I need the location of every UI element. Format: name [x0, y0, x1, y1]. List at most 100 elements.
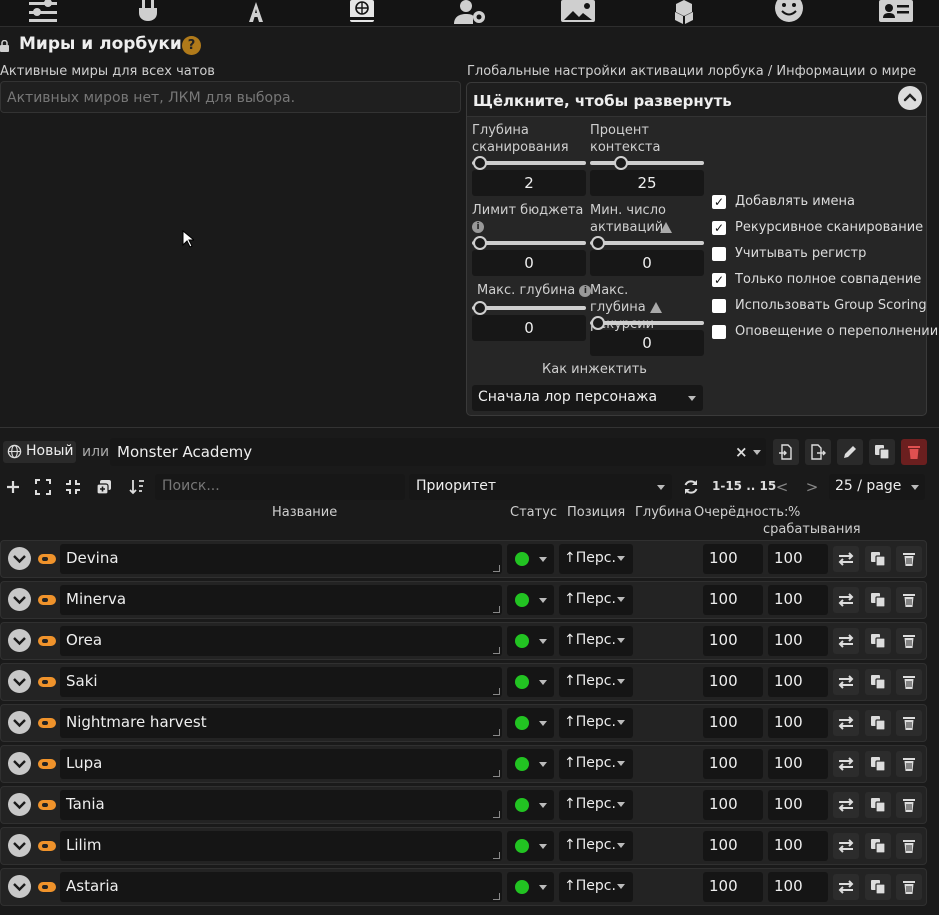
entry-title-input[interactable]: Minerva [60, 585, 502, 615]
add-entry-plus-icon[interactable] [0, 474, 26, 500]
plug-icon[interactable] [131, 0, 165, 24]
resize-handle-icon[interactable] [493, 688, 500, 695]
max-recursion-slider[interactable] [590, 316, 704, 330]
entry-probability-input[interactable]: 100 [768, 708, 828, 738]
entry-status-select[interactable] [507, 544, 554, 574]
duplicate-entry-icon[interactable] [865, 792, 891, 818]
entry-order-input[interactable]: 100 [703, 667, 763, 697]
move-entry-icon[interactable] [833, 628, 859, 654]
entry-title-input[interactable]: Lupa [60, 749, 502, 779]
refresh-icon[interactable] [678, 474, 704, 500]
delete-entry-trash-icon[interactable] [896, 792, 922, 818]
drawer-header[interactable]: Щёлкните, чтобы развернуть [467, 83, 926, 117]
entry-position-select[interactable]: ↑Перс. [559, 872, 633, 902]
entry-position-select[interactable]: ↑Перс. [559, 626, 633, 656]
move-entry-icon[interactable] [833, 710, 859, 736]
resize-handle-icon[interactable] [493, 893, 500, 900]
sliders-icon[interactable] [26, 0, 60, 24]
entry-title-input[interactable]: Lilim [60, 831, 502, 861]
move-entry-icon[interactable] [833, 751, 859, 777]
min-activations-slider[interactable] [590, 236, 704, 250]
entry-probability-input[interactable]: 100 [768, 790, 828, 820]
delete-entry-trash-icon[interactable] [896, 546, 922, 572]
resize-handle-icon[interactable] [493, 565, 500, 572]
max-depth-slider[interactable] [472, 301, 586, 315]
entry-position-select[interactable]: ↑Перс. [559, 749, 633, 779]
collapse-all-icon[interactable] [60, 474, 86, 500]
font-icon[interactable] [239, 0, 273, 24]
chevron-up-icon[interactable] [898, 86, 922, 110]
checkbox[interactable]: ✓ [712, 221, 726, 235]
next-page-button[interactable]: > [799, 474, 825, 500]
move-entry-icon[interactable] [833, 669, 859, 695]
checkbox[interactable] [712, 299, 726, 313]
entry-status-select[interactable] [507, 790, 554, 820]
budget-cap-input[interactable]: 0 [472, 250, 586, 276]
move-entry-icon[interactable] [833, 546, 859, 572]
entry-search-input[interactable]: Поиск... [155, 474, 405, 500]
fill-memo-icon[interactable] [91, 474, 117, 500]
delete-entry-trash-icon[interactable] [896, 751, 922, 777]
delete-world-trash-icon[interactable] [901, 439, 927, 465]
sort-order-icon[interactable] [124, 474, 150, 500]
sort-select[interactable]: Приоритет [409, 474, 672, 500]
checkbox[interactable] [712, 325, 726, 339]
import-icon[interactable] [773, 439, 799, 465]
entry-title-input[interactable]: Tania [60, 790, 502, 820]
resize-handle-icon[interactable] [493, 647, 500, 654]
entry-probability-input[interactable]: 100 [768, 585, 828, 615]
entry-position-select[interactable]: ↑Перс. [559, 544, 633, 574]
checkbox[interactable]: ✓ [712, 195, 726, 209]
chevron-down-icon[interactable] [8, 834, 31, 857]
duplicate-icon[interactable] [869, 439, 895, 465]
min-activations-input[interactable]: 0 [590, 250, 704, 276]
delete-entry-trash-icon[interactable] [896, 669, 922, 695]
max-recursion-input[interactable]: 0 [590, 330, 704, 356]
duplicate-entry-icon[interactable] [865, 751, 891, 777]
entry-order-input[interactable]: 100 [703, 749, 763, 779]
slider-handle[interactable] [591, 316, 605, 330]
duplicate-entry-icon[interactable] [865, 874, 891, 900]
user-gear-icon[interactable] [453, 0, 487, 24]
id-card-icon[interactable] [879, 0, 913, 24]
smile-icon[interactable] [772, 0, 806, 24]
expand-all-icon[interactable] [30, 474, 56, 500]
help-icon[interactable]: ? [182, 36, 201, 55]
entry-status-select[interactable] [507, 872, 554, 902]
image-icon[interactable] [561, 0, 595, 24]
entry-probability-input[interactable]: 100 [768, 544, 828, 574]
entry-probability-input[interactable]: 100 [768, 831, 828, 861]
chevron-down-icon[interactable] [8, 629, 31, 652]
entry-position-select[interactable]: ↑Перс. [559, 831, 633, 861]
slider-handle[interactable] [473, 156, 487, 170]
chevron-down-icon[interactable] [8, 547, 31, 570]
entry-status-select[interactable] [507, 749, 554, 779]
clear-icon[interactable]: × [735, 443, 748, 461]
entry-title-input[interactable]: Nightmare harvest [60, 708, 502, 738]
slider-handle[interactable] [591, 236, 605, 250]
delete-entry-trash-icon[interactable] [896, 874, 922, 900]
prev-page-button[interactable]: < [769, 474, 795, 500]
entry-enable-toggle-icon[interactable] [38, 595, 56, 605]
entry-status-select[interactable] [507, 831, 554, 861]
entry-status-select[interactable] [507, 708, 554, 738]
entry-title-input[interactable]: Saki [60, 667, 502, 697]
entry-position-select[interactable]: ↑Перс. [559, 790, 633, 820]
entry-order-input[interactable]: 100 [703, 831, 763, 861]
entry-position-select[interactable]: ↑Перс. [559, 667, 633, 697]
chevron-down-icon[interactable] [8, 711, 31, 734]
duplicate-entry-icon[interactable] [865, 587, 891, 613]
book-globe-icon[interactable] [345, 0, 379, 24]
budget-cap-slider[interactable] [472, 236, 586, 250]
chevron-down-icon[interactable] [8, 670, 31, 693]
resize-handle-icon[interactable] [493, 606, 500, 613]
delete-entry-trash-icon[interactable] [896, 833, 922, 859]
insertion-strategy-select[interactable]: Сначала лор персонажа [472, 385, 703, 411]
entry-enable-toggle-icon[interactable] [38, 636, 56, 646]
context-percent-slider[interactable] [590, 156, 704, 170]
entry-order-input[interactable]: 100 [703, 790, 763, 820]
world-select[interactable]: Monster Academy [110, 438, 766, 466]
delete-entry-trash-icon[interactable] [896, 628, 922, 654]
entry-status-select[interactable] [507, 626, 554, 656]
resize-handle-icon[interactable] [493, 811, 500, 818]
